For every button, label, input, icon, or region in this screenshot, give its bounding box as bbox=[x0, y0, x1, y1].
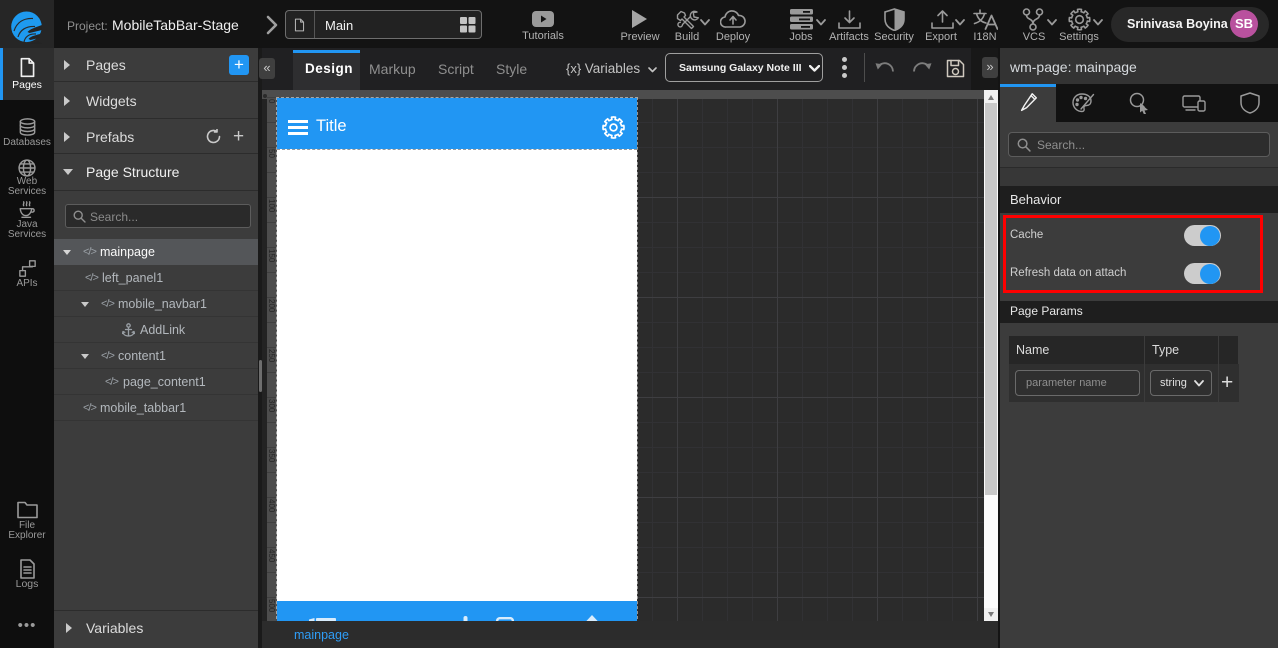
svg-text:350: 350 bbox=[267, 449, 276, 463]
svg-text:50: 50 bbox=[267, 149, 276, 158]
svg-text:0: 0 bbox=[267, 99, 276, 104]
svg-text:300: 300 bbox=[267, 399, 276, 413]
svg-text:500: 500 bbox=[267, 599, 276, 613]
svg-text:150: 150 bbox=[267, 249, 276, 263]
svg-text:200: 200 bbox=[267, 299, 276, 313]
svg-text:100: 100 bbox=[267, 199, 276, 213]
svg-text:250: 250 bbox=[267, 349, 276, 363]
svg-text:450: 450 bbox=[267, 549, 276, 563]
svg-text:400: 400 bbox=[267, 499, 276, 513]
